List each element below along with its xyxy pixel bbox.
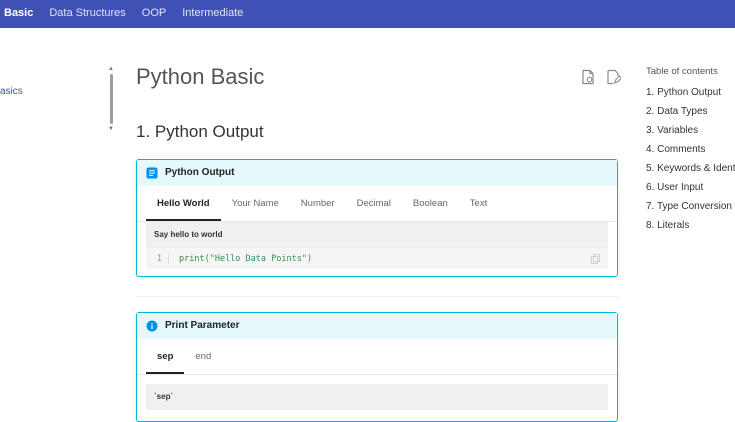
nav-tab-data-structures[interactable]: Data Structures: [41, 0, 133, 28]
tab-number[interactable]: Number: [290, 188, 346, 221]
nav-tab-basic[interactable]: Basic: [0, 0, 41, 28]
card-title: Print Parameter: [165, 320, 240, 331]
page-title: Python Basic: [136, 64, 265, 89]
toc-item-user-input[interactable]: 6. User Input: [646, 178, 735, 197]
code-block: Say hello to world 1 print ("Hello Data P…: [146, 222, 608, 269]
tab-your-name[interactable]: Your Name: [221, 188, 290, 221]
scroll-up-arrow-icon[interactable]: ▲: [108, 66, 114, 72]
card-header[interactable]: Python Output: [137, 160, 617, 186]
note-icon: [146, 167, 158, 178]
code-tabs: sep end: [137, 339, 617, 375]
edit-page-icon[interactable]: [605, 69, 621, 85]
code-function: print: [179, 253, 205, 264]
copy-icon[interactable]: [591, 254, 600, 264]
code-block: `sep`: [146, 384, 608, 410]
toc-item-python-output[interactable]: 1. Python Output: [646, 83, 735, 102]
card-title: Python Output: [165, 167, 235, 178]
top-navigation: Basic Data Structures OOP Intermediate: [0, 0, 735, 28]
scrollbar-thumb[interactable]: [110, 74, 113, 124]
toc-item-variables[interactable]: 3. Variables: [646, 121, 735, 140]
line-number: 1: [146, 253, 169, 264]
sidebar-link-basics[interactable]: asics: [0, 86, 23, 97]
code-block-title: Say hello to world: [146, 222, 608, 248]
table-of-contents: Table of contents 1. Python Output 2. Da…: [646, 66, 735, 235]
toc-item-keywords-identifiers[interactable]: 5. Keywords & Identi: [646, 159, 735, 178]
section-title: 1. Python Output: [136, 122, 264, 141]
card-header[interactable]: Print Parameter: [137, 313, 617, 339]
python-output-card: Python Output Hello World Your Name Numb…: [136, 159, 618, 277]
tab-hello-world[interactable]: Hello World: [146, 188, 221, 221]
code-line: 1 print ("Hello Data Points"): [146, 248, 608, 269]
code-tabs: Hello World Your Name Number Decimal Boo…: [137, 186, 617, 222]
toc-item-comments[interactable]: 4. Comments: [646, 140, 735, 159]
tab-boolean[interactable]: Boolean: [402, 188, 459, 221]
tab-sep[interactable]: sep: [146, 341, 185, 374]
sidebar-scrollbar[interactable]: ▲ ▼: [108, 66, 116, 136]
toc-item-literals[interactable]: 8. Literals: [646, 216, 735, 235]
nav-tab-intermediate[interactable]: Intermediate: [174, 0, 251, 28]
toc-title: Table of contents: [646, 66, 718, 77]
page-actions: [580, 69, 621, 85]
nav-tab-oop[interactable]: OOP: [134, 0, 174, 28]
toc-item-data-types[interactable]: 2. Data Types: [646, 102, 735, 121]
tab-text[interactable]: Text: [459, 188, 498, 221]
toc-item-type-conversion[interactable]: 7. Type Conversion: [646, 197, 735, 216]
tab-decimal[interactable]: Decimal: [346, 188, 402, 221]
tab-end[interactable]: end: [184, 341, 222, 374]
code-argument: ("Hello Data Points"): [204, 253, 313, 264]
info-icon: [146, 320, 158, 331]
print-parameter-card: Print Parameter sep end `sep`: [136, 312, 618, 422]
code-block-title: `sep`: [146, 384, 608, 410]
view-source-icon[interactable]: [580, 69, 596, 85]
section-divider: [136, 296, 618, 297]
scroll-down-arrow-icon[interactable]: ▼: [108, 126, 114, 132]
